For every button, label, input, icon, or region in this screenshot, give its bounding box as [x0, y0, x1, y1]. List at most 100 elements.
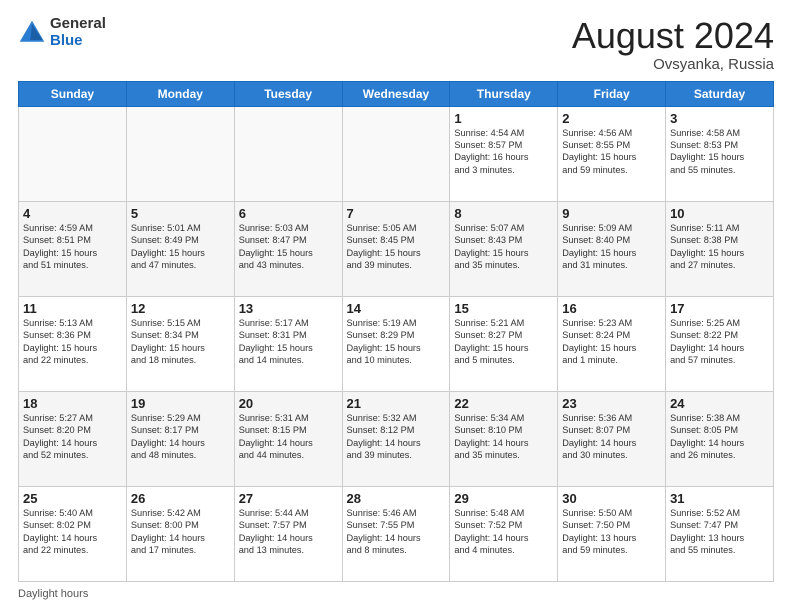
day-info: Sunrise: 5:48 AM Sunset: 7:52 PM Dayligh… [454, 507, 553, 557]
logo-icon [18, 19, 46, 47]
table-row [234, 106, 342, 201]
logo-blue-text: Blue [50, 33, 106, 50]
day-info: Sunrise: 5:13 AM Sunset: 8:36 PM Dayligh… [23, 317, 122, 367]
table-row: 17Sunrise: 5:25 AM Sunset: 8:22 PM Dayli… [666, 296, 774, 391]
title-block: August 2024 Ovsyanka, Russia [572, 16, 774, 73]
page: General Blue August 2024 Ovsyanka, Russi… [0, 0, 792, 612]
table-row: 31Sunrise: 5:52 AM Sunset: 7:47 PM Dayli… [666, 486, 774, 581]
table-row: 2Sunrise: 4:56 AM Sunset: 8:55 PM Daylig… [558, 106, 666, 201]
calendar-header-row: Sunday Monday Tuesday Wednesday Thursday… [19, 81, 774, 106]
day-info: Sunrise: 5:03 AM Sunset: 8:47 PM Dayligh… [239, 222, 338, 272]
day-number: 25 [23, 491, 122, 506]
day-info: Sunrise: 5:46 AM Sunset: 7:55 PM Dayligh… [347, 507, 446, 557]
table-row: 24Sunrise: 5:38 AM Sunset: 8:05 PM Dayli… [666, 391, 774, 486]
day-info: Sunrise: 5:34 AM Sunset: 8:10 PM Dayligh… [454, 412, 553, 462]
table-row: 4Sunrise: 4:59 AM Sunset: 8:51 PM Daylig… [19, 201, 127, 296]
day-info: Sunrise: 5:31 AM Sunset: 8:15 PM Dayligh… [239, 412, 338, 462]
day-info: Sunrise: 5:52 AM Sunset: 7:47 PM Dayligh… [670, 507, 769, 557]
table-row: 16Sunrise: 5:23 AM Sunset: 8:24 PM Dayli… [558, 296, 666, 391]
day-number: 2 [562, 111, 661, 126]
table-row: 27Sunrise: 5:44 AM Sunset: 7:57 PM Dayli… [234, 486, 342, 581]
day-number: 1 [454, 111, 553, 126]
day-info: Sunrise: 5:27 AM Sunset: 8:20 PM Dayligh… [23, 412, 122, 462]
col-saturday: Saturday [666, 81, 774, 106]
col-friday: Friday [558, 81, 666, 106]
day-info: Sunrise: 5:44 AM Sunset: 7:57 PM Dayligh… [239, 507, 338, 557]
day-number: 11 [23, 301, 122, 316]
day-info: Sunrise: 5:05 AM Sunset: 8:45 PM Dayligh… [347, 222, 446, 272]
day-number: 6 [239, 206, 338, 221]
table-row: 3Sunrise: 4:58 AM Sunset: 8:53 PM Daylig… [666, 106, 774, 201]
day-info: Sunrise: 4:58 AM Sunset: 8:53 PM Dayligh… [670, 127, 769, 177]
day-number: 26 [131, 491, 230, 506]
table-row [19, 106, 127, 201]
day-number: 29 [454, 491, 553, 506]
day-info: Sunrise: 5:36 AM Sunset: 8:07 PM Dayligh… [562, 412, 661, 462]
table-row: 18Sunrise: 5:27 AM Sunset: 8:20 PM Dayli… [19, 391, 127, 486]
footer: Daylight hours [18, 588, 774, 600]
table-row: 15Sunrise: 5:21 AM Sunset: 8:27 PM Dayli… [450, 296, 558, 391]
day-info: Sunrise: 5:40 AM Sunset: 8:02 PM Dayligh… [23, 507, 122, 557]
day-info: Sunrise: 5:50 AM Sunset: 7:50 PM Dayligh… [562, 507, 661, 557]
table-row: 6Sunrise: 5:03 AM Sunset: 8:47 PM Daylig… [234, 201, 342, 296]
calendar-week-row: 1Sunrise: 4:54 AM Sunset: 8:57 PM Daylig… [19, 106, 774, 201]
logo-text: General Blue [50, 16, 106, 49]
day-info: Sunrise: 4:59 AM Sunset: 8:51 PM Dayligh… [23, 222, 122, 272]
table-row: 8Sunrise: 5:07 AM Sunset: 8:43 PM Daylig… [450, 201, 558, 296]
day-number: 18 [23, 396, 122, 411]
logo-general-text: General [50, 16, 106, 33]
table-row: 11Sunrise: 5:13 AM Sunset: 8:36 PM Dayli… [19, 296, 127, 391]
day-number: 30 [562, 491, 661, 506]
table-row: 7Sunrise: 5:05 AM Sunset: 8:45 PM Daylig… [342, 201, 450, 296]
day-info: Sunrise: 5:09 AM Sunset: 8:40 PM Dayligh… [562, 222, 661, 272]
day-number: 9 [562, 206, 661, 221]
day-number: 27 [239, 491, 338, 506]
table-row: 20Sunrise: 5:31 AM Sunset: 8:15 PM Dayli… [234, 391, 342, 486]
table-row: 10Sunrise: 5:11 AM Sunset: 8:38 PM Dayli… [666, 201, 774, 296]
day-info: Sunrise: 5:11 AM Sunset: 8:38 PM Dayligh… [670, 222, 769, 272]
day-number: 21 [347, 396, 446, 411]
day-number: 19 [131, 396, 230, 411]
day-info: Sunrise: 5:19 AM Sunset: 8:29 PM Dayligh… [347, 317, 446, 367]
day-number: 13 [239, 301, 338, 316]
day-number: 15 [454, 301, 553, 316]
calendar-week-row: 4Sunrise: 4:59 AM Sunset: 8:51 PM Daylig… [19, 201, 774, 296]
day-info: Sunrise: 5:17 AM Sunset: 8:31 PM Dayligh… [239, 317, 338, 367]
day-number: 20 [239, 396, 338, 411]
table-row: 9Sunrise: 5:09 AM Sunset: 8:40 PM Daylig… [558, 201, 666, 296]
calendar-title: August 2024 [572, 16, 774, 56]
table-row [342, 106, 450, 201]
calendar-location: Ovsyanka, Russia [572, 56, 774, 73]
table-row: 25Sunrise: 5:40 AM Sunset: 8:02 PM Dayli… [19, 486, 127, 581]
day-info: Sunrise: 5:29 AM Sunset: 8:17 PM Dayligh… [131, 412, 230, 462]
logo: General Blue [18, 16, 106, 49]
day-number: 24 [670, 396, 769, 411]
day-info: Sunrise: 5:32 AM Sunset: 8:12 PM Dayligh… [347, 412, 446, 462]
day-number: 14 [347, 301, 446, 316]
day-number: 31 [670, 491, 769, 506]
table-row [126, 106, 234, 201]
table-row: 22Sunrise: 5:34 AM Sunset: 8:10 PM Dayli… [450, 391, 558, 486]
table-row: 12Sunrise: 5:15 AM Sunset: 8:34 PM Dayli… [126, 296, 234, 391]
calendar-week-row: 18Sunrise: 5:27 AM Sunset: 8:20 PM Dayli… [19, 391, 774, 486]
day-number: 5 [131, 206, 230, 221]
header: General Blue August 2024 Ovsyanka, Russi… [18, 16, 774, 73]
col-tuesday: Tuesday [234, 81, 342, 106]
table-row: 5Sunrise: 5:01 AM Sunset: 8:49 PM Daylig… [126, 201, 234, 296]
day-number: 22 [454, 396, 553, 411]
day-number: 4 [23, 206, 122, 221]
day-number: 12 [131, 301, 230, 316]
table-row: 1Sunrise: 4:54 AM Sunset: 8:57 PM Daylig… [450, 106, 558, 201]
day-info: Sunrise: 5:25 AM Sunset: 8:22 PM Dayligh… [670, 317, 769, 367]
day-info: Sunrise: 4:54 AM Sunset: 8:57 PM Dayligh… [454, 127, 553, 177]
daylight-label: Daylight hours [18, 588, 88, 600]
day-number: 7 [347, 206, 446, 221]
day-info: Sunrise: 5:01 AM Sunset: 8:49 PM Dayligh… [131, 222, 230, 272]
day-number: 8 [454, 206, 553, 221]
day-info: Sunrise: 4:56 AM Sunset: 8:55 PM Dayligh… [562, 127, 661, 177]
day-info: Sunrise: 5:38 AM Sunset: 8:05 PM Dayligh… [670, 412, 769, 462]
day-number: 16 [562, 301, 661, 316]
table-row: 28Sunrise: 5:46 AM Sunset: 7:55 PM Dayli… [342, 486, 450, 581]
day-info: Sunrise: 5:42 AM Sunset: 8:00 PM Dayligh… [131, 507, 230, 557]
day-number: 3 [670, 111, 769, 126]
